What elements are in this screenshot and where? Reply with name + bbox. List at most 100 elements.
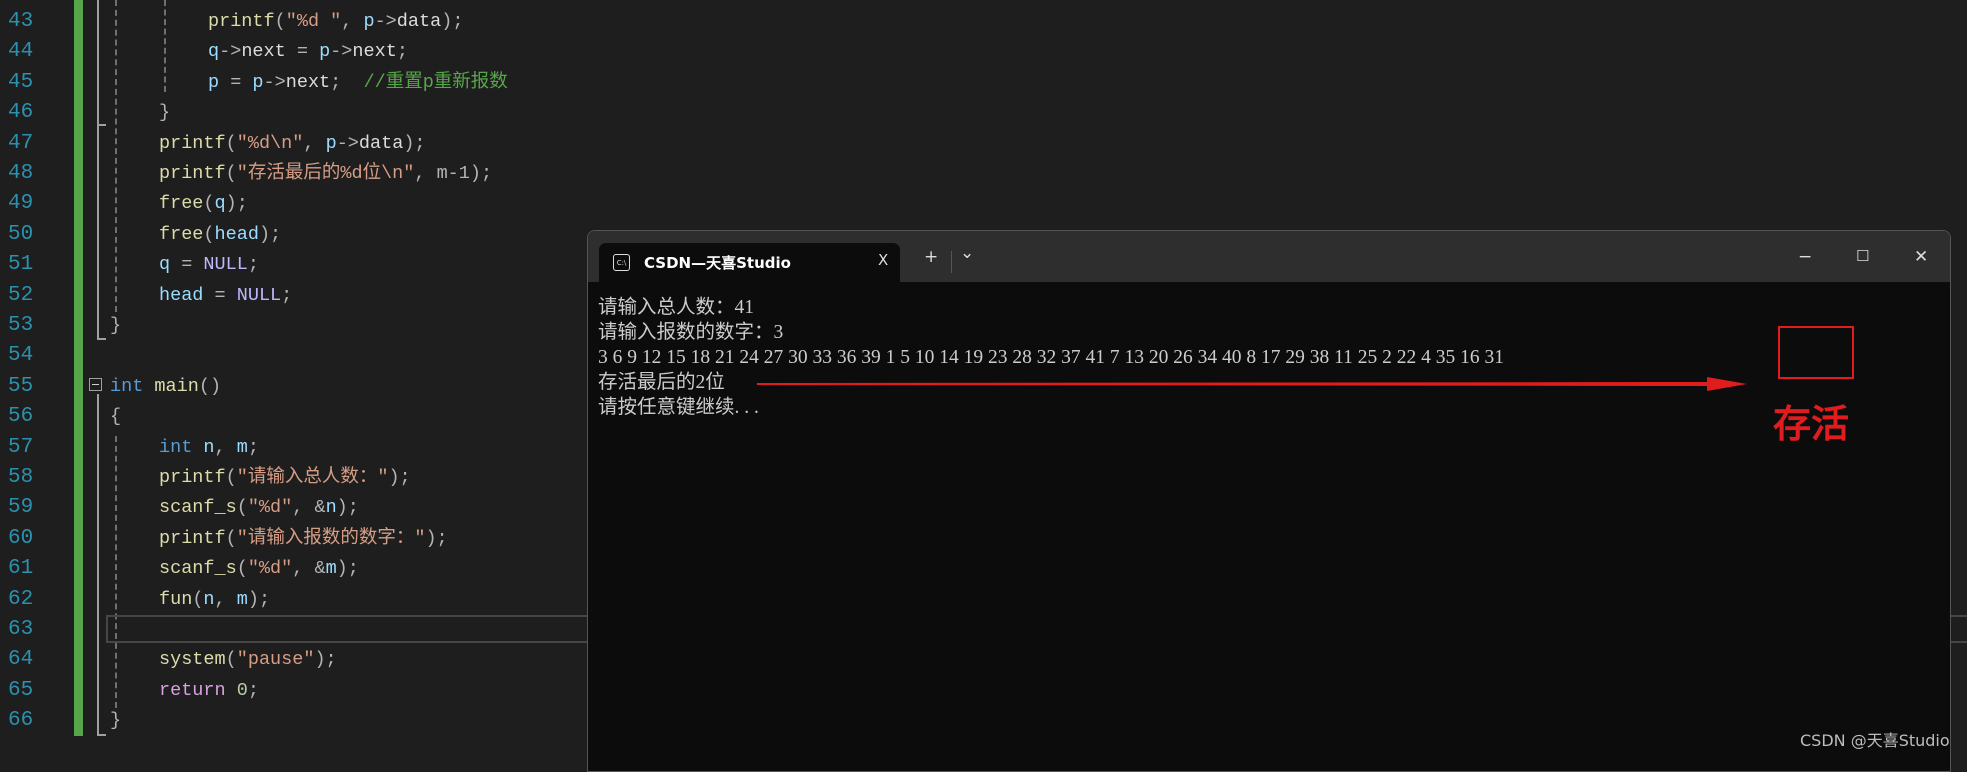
code-line[interactable]: free(head); (159, 220, 281, 250)
code-line[interactable]: free(q); (159, 189, 248, 219)
console-icon: C:\ (613, 254, 630, 271)
code-token: next (241, 41, 286, 63)
code-line[interactable]: int n, m; (159, 433, 259, 463)
code-token: next (352, 41, 397, 63)
code-token: int (110, 375, 144, 397)
code-token: free (159, 193, 204, 215)
code-line[interactable]: { (110, 402, 121, 432)
line-number: 43 (8, 10, 34, 33)
code-token: ); (258, 223, 282, 245)
code-token: ); (469, 163, 493, 184)
scope-guide-end (97, 734, 106, 736)
terminal-tab[interactable]: C:\ CSDN—天喜Studio X (599, 243, 900, 282)
code-token: ( (274, 11, 286, 32)
code-line[interactable]: head = NULL; (159, 281, 292, 311)
chevron-down-icon[interactable]: ⌄ (960, 243, 974, 263)
code-token: p (319, 41, 331, 63)
code-token: "%d" (247, 497, 293, 519)
code-line[interactable]: scanf_s("%d", &n); (159, 493, 359, 523)
line-number: 44 (8, 40, 34, 64)
code-token: head (214, 223, 259, 245)
code-token: , (214, 588, 237, 610)
code-line[interactable]: printf("请输入报数的数字："); (159, 524, 448, 554)
divider (951, 251, 952, 273)
code-token: data (396, 11, 442, 32)
close-tab-icon[interactable]: X (878, 251, 888, 269)
line-number: 55 (8, 374, 34, 398)
line-number: 51 (8, 253, 34, 277)
code-token: printf (159, 163, 226, 184)
watermark: CSDN @天喜Studio (1800, 731, 1950, 750)
code-token: = (285, 41, 320, 63)
code-token: ( (236, 558, 248, 580)
line-number: 46 (8, 101, 34, 125)
line-number: 52 (8, 283, 34, 307)
code-token: -> (263, 71, 286, 93)
code-token: ); (225, 193, 248, 215)
scope-guide (97, 0, 99, 340)
code-token: free (159, 223, 204, 245)
new-tab-button[interactable]: + (924, 247, 938, 267)
code-token: q (159, 254, 171, 276)
code-token: ( (236, 497, 248, 519)
code-line[interactable]: } (110, 311, 121, 341)
code-line[interactable]: } (110, 706, 121, 736)
code-token: -> (219, 41, 242, 63)
code-token: "存活最后的%d位\n" (236, 163, 415, 184)
code-token: n (203, 436, 215, 458)
code-line[interactable]: int main() (110, 372, 221, 402)
code-token: n (203, 588, 215, 610)
code-token: data (358, 132, 404, 154)
terminal-titlebar[interactable]: C:\ CSDN—天喜Studio X + ⌄ − ☐ ✕ (588, 231, 1950, 282)
collapse-icon[interactable] (89, 378, 102, 391)
code-token: () (198, 375, 222, 397)
code-line[interactable]: } (159, 98, 170, 128)
code-line[interactable]: fun(n, m); (159, 585, 270, 615)
code-line[interactable]: q = NULL; (159, 250, 259, 280)
line-number: 45 (8, 70, 34, 94)
code-token: } (110, 710, 122, 732)
line-number: 60 (8, 526, 34, 550)
code-token: , (303, 132, 326, 154)
line-number: 62 (8, 587, 34, 611)
code-token: -> (336, 132, 359, 154)
line-number: 47 (8, 131, 34, 155)
indent-guide (115, 0, 117, 312)
maximize-button[interactable]: ☐ (1856, 247, 1869, 265)
close-window-button[interactable]: ✕ (1914, 247, 1928, 267)
code-line[interactable]: scanf_s("%d", &m); (159, 554, 359, 584)
code-line[interactable]: q->next = p->next; (208, 37, 408, 67)
code-line[interactable]: printf("%d\n", p->data); (159, 129, 426, 159)
output-line: 存活最后的2位 (598, 372, 725, 393)
code-token: { (110, 406, 122, 428)
code-token: } (110, 315, 122, 336)
code-token: ); (247, 588, 271, 610)
code-token: p (325, 132, 337, 154)
code-line[interactable]: printf("存活最后的%d位\n", m-1); (159, 159, 492, 189)
code-line[interactable]: printf("请输入总人数："); (159, 463, 411, 493)
code-token: ( (225, 649, 237, 671)
code-token: ; (330, 71, 364, 93)
code-token: m (236, 588, 248, 610)
output-line: 请输入总人数：41 (598, 297, 755, 318)
tab-title: CSDN—天喜Studio (644, 254, 791, 272)
code-token: ; (247, 436, 259, 458)
code-token: ; (247, 679, 259, 701)
code-line[interactable]: system("pause"); (159, 645, 337, 675)
code-token: "请输入报数的数字：" (236, 527, 426, 549)
code-token: } (159, 102, 171, 124)
minimize-button[interactable]: − (1798, 247, 1812, 267)
code-line[interactable]: p = p->next; //重置p重新报数 (208, 68, 508, 98)
line-number: 63 (8, 618, 34, 641)
code-token: p (363, 11, 375, 32)
code-token: //重置p重新报数 (363, 71, 508, 93)
code-token: "%d" (247, 558, 293, 580)
code-token: ( (192, 588, 204, 610)
code-token: m (236, 436, 248, 458)
output-line: 3 6 9 12 15 18 21 24 27 30 33 36 39 1 5 … (598, 347, 1505, 368)
terminal-window[interactable]: C:\ CSDN—天喜Studio X + ⌄ − ☐ ✕ 请输入总人数：41 … (587, 230, 1951, 772)
code-token: ; (281, 284, 293, 306)
code-token: "%d\n" (236, 132, 304, 154)
code-line[interactable]: printf("%d ", p->data); (208, 7, 463, 37)
code-line[interactable]: return 0; (159, 676, 259, 706)
